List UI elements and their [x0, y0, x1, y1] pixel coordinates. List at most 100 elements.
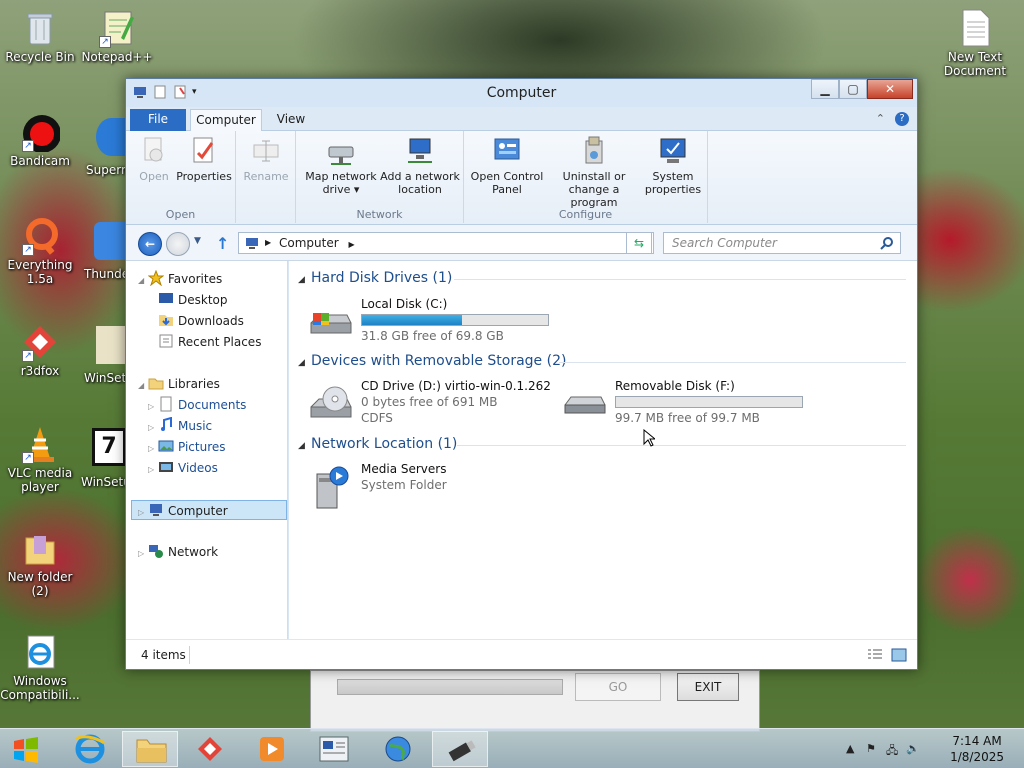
group-divider [457, 445, 906, 446]
taskbar-document-app[interactable] [306, 731, 362, 767]
group-header-removable-storage[interactable]: Devices with Removable Storage (2) [311, 353, 566, 369]
desktop-icon-label: New Text [947, 50, 1003, 64]
refresh-button[interactable]: ⇆ [626, 232, 652, 254]
up-button[interactable]: ↑ [216, 234, 229, 253]
taskbar-usb-app[interactable] [432, 731, 488, 767]
forward-button[interactable] [166, 232, 190, 256]
desktop-icon-new-folder[interactable]: New folder (2) [0, 528, 80, 598]
address-path[interactable]: ▶ Computer ▶ ▼ [238, 232, 654, 254]
network-location-icon [404, 135, 436, 167]
minimize-button[interactable]: ▁ [811, 79, 839, 99]
desktop-icon-partial-supern[interactable]: Supern [86, 163, 129, 177]
group-divider [454, 279, 906, 280]
title-bar[interactable]: ▾ Computer ▁ ▢ ✕ [126, 79, 917, 107]
drive-d[interactable]: CD Drive (D:) virtio-win-0.1.262 0 bytes… [303, 379, 551, 433]
maximize-button[interactable]: ▢ [839, 79, 867, 99]
desktop-icon-notepadpp[interactable]: ↗ Notepad++ [77, 8, 157, 64]
network-tray-icon[interactable]: 🖧 [886, 742, 900, 757]
path-separator-icon[interactable]: ▶ [265, 233, 271, 253]
tab-file[interactable]: File [130, 109, 186, 131]
show-hidden-icons-icon[interactable]: ▲ [846, 742, 860, 756]
nav-music[interactable]: ▷ Music [148, 416, 212, 436]
back-button[interactable]: ← [138, 232, 162, 256]
open-button[interactable]: Open [134, 135, 174, 183]
desktop-icon-vlc[interactable]: ↗ VLC media player [0, 424, 80, 494]
exit-button[interactable]: EXIT [677, 673, 739, 701]
ribbon-group-open: Open Properties Open [126, 131, 236, 223]
open-icon [138, 135, 170, 167]
group-collapse-icon[interactable]: ◢ [298, 441, 305, 451]
desktop-icon-label-2: 1.5a [26, 272, 54, 286]
ribbon-group-network: Map network drive ▾ Add a network locati… [296, 131, 464, 223]
nav-pictures[interactable]: ▷ Pictures [148, 437, 226, 457]
group-header-network-location[interactable]: Network Location (1) [311, 436, 457, 452]
search-icon[interactable] [880, 236, 894, 250]
desktop-icon-bandicam[interactable]: ↗ Bandicam [0, 112, 80, 168]
search-input[interactable]: Search Computer [663, 232, 901, 254]
nav-desktop[interactable]: Desktop [158, 290, 228, 310]
nav-videos[interactable]: ▷ Videos [148, 458, 218, 478]
minimize-ribbon-icon[interactable]: ⌃ [876, 112, 885, 126]
map-network-drive-button[interactable]: Map network drive ▾ [302, 135, 380, 196]
go-button[interactable]: GO [575, 673, 661, 701]
drive-f[interactable]: Removable Disk (F:) 99.7 MB free of 99.7… [557, 379, 817, 429]
clock-time: 7:14 AM [952, 734, 1002, 748]
item-count: 4 items [141, 648, 186, 662]
desktop-icon-label-2: Compatibili... [0, 688, 80, 702]
uninstall-program-button[interactable]: Uninstall or change a program [546, 135, 642, 209]
drive-c[interactable]: Local Disk (C:) 31.8 GB free of 69.8 GB [303, 297, 563, 347]
recent-locations-dropdown[interactable]: ▼ [194, 236, 201, 246]
taskbar-internet-explorer[interactable] [62, 731, 118, 767]
properties-button[interactable]: Properties [176, 135, 232, 183]
help-icon[interactable]: ? [895, 112, 909, 126]
seven-zip-icon: 7 [92, 428, 126, 466]
desktop-icon-partial-winsetu-2[interactable]: WinSetu [81, 475, 131, 489]
tab-view[interactable]: View [266, 109, 316, 131]
start-button[interactable] [0, 731, 54, 767]
group-collapse-icon[interactable]: ◢ [298, 275, 305, 285]
taskbar-file-explorer[interactable] [122, 731, 178, 767]
taskbar-globe-app[interactable] [368, 731, 424, 767]
open-control-panel-button[interactable]: Open Control Panel [468, 135, 546, 196]
desktop-icon-label: r3dfox [20, 364, 60, 378]
rename-button[interactable]: Rename [242, 135, 290, 183]
nav-network[interactable]: ▷ Network [138, 542, 218, 562]
music-icon [158, 416, 174, 433]
desktop-icon-new-text-document[interactable]: New Text Document [935, 8, 1015, 78]
taskbar-r3dfox[interactable] [182, 731, 238, 767]
media-server-icon [311, 466, 351, 510]
desktop-icon-partial-thunde[interactable]: Thunde [84, 267, 129, 281]
ribbon-tabs: File Computer View ⌃ ? [126, 107, 917, 131]
details-view-icon[interactable] [867, 648, 883, 662]
nav-computer[interactable]: ▷ Computer [131, 500, 287, 520]
desktop-icon-everything[interactable]: ↗ Everything 1.5a [0, 216, 80, 286]
tab-computer[interactable]: Computer [190, 109, 262, 131]
system-properties-button[interactable]: System properties [642, 135, 704, 196]
action-center-flag-icon[interactable]: ⚑ [866, 742, 880, 756]
nav-downloads[interactable]: Downloads [158, 311, 244, 331]
nav-libraries[interactable]: ◢ Libraries [138, 374, 220, 394]
content-pane: ◢ Hard Disk Drives (1) Local Disk (C:) 3… [289, 261, 917, 641]
clock[interactable]: 7:14 AM 1/8/2025 [950, 733, 1004, 765]
star-icon [147, 269, 165, 287]
add-network-location-button[interactable]: Add a network location [380, 135, 460, 196]
taskbar-media-player[interactable] [244, 731, 300, 767]
desktop-icon-r3dfox[interactable]: ↗ r3dfox [0, 322, 80, 378]
group-collapse-icon[interactable]: ◢ [298, 358, 305, 368]
nav-favorites[interactable]: ◢ Favorites [138, 269, 222, 289]
desktop-icon-recycle-bin[interactable]: Recycle Bin [0, 8, 80, 64]
cd-drive-icon [307, 385, 353, 425]
large-icons-view-icon[interactable] [891, 648, 907, 662]
volume-icon[interactable]: 🔊 [906, 742, 920, 756]
nav-documents[interactable]: ▷ Documents [148, 395, 246, 415]
nav-recent-places[interactable]: Recent Places [158, 332, 261, 352]
path-segment-computer[interactable]: Computer [279, 236, 339, 250]
desktop-icon-windows-compat[interactable]: Windows Compatibili... [0, 632, 80, 702]
folder-icon [20, 528, 60, 568]
ie-document-icon [20, 632, 60, 672]
ribbon-group-configure: Open Control Panel Uninstall or change a… [464, 131, 708, 223]
group-header-hard-disk-drives[interactable]: Hard Disk Drives (1) [311, 270, 452, 286]
path-chevron-icon[interactable]: ▶ [348, 240, 354, 249]
close-button[interactable]: ✕ [867, 79, 913, 99]
media-servers[interactable]: Media Servers System Folder [303, 462, 503, 512]
